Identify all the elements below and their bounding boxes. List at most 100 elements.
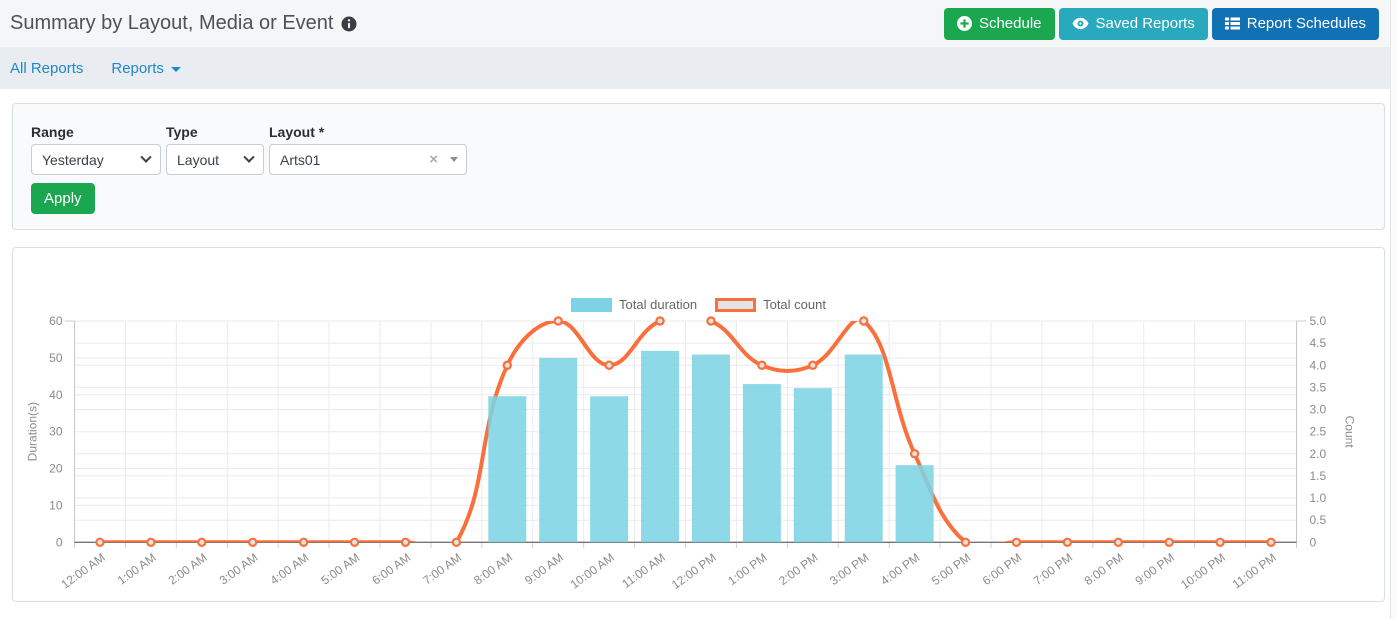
count-point xyxy=(198,539,205,546)
svg-text:4:00 AM: 4:00 AM xyxy=(268,550,312,587)
layout-value: Arts01 xyxy=(280,152,429,168)
range-select[interactable]: Yesterday xyxy=(31,144,161,175)
chevron-down-icon xyxy=(450,157,458,162)
nav-all-reports[interactable]: All Reports xyxy=(10,60,83,77)
layout-select[interactable]: Arts01 × xyxy=(269,144,467,175)
apply-button[interactable]: Apply xyxy=(31,183,95,214)
svg-text:7:00 AM: 7:00 AM xyxy=(420,550,464,587)
plus-circle-icon xyxy=(957,16,972,31)
count-point xyxy=(860,317,867,324)
chart-panel: 010203040506000.51.01.52.02.53.03.54.04.… xyxy=(12,247,1385,602)
count-point xyxy=(1166,539,1173,546)
count-point xyxy=(1064,539,1071,546)
nav-reports-dropdown[interactable]: Reports xyxy=(111,60,181,77)
type-label: Type xyxy=(166,124,264,140)
svg-text:4:00 PM: 4:00 PM xyxy=(878,550,922,588)
svg-text:0: 0 xyxy=(56,535,63,549)
reports-navbar: All Reports Reports xyxy=(0,47,1397,89)
svg-text:9:00 AM: 9:00 AM xyxy=(522,550,566,587)
count-point xyxy=(1217,539,1224,546)
report-schedules-button[interactable]: Report Schedules xyxy=(1212,8,1379,40)
duration-bar xyxy=(539,358,577,542)
count-point xyxy=(1267,539,1274,546)
svg-text:2.5: 2.5 xyxy=(1310,425,1327,439)
svg-text:3.0: 3.0 xyxy=(1310,403,1327,417)
svg-text:11:00 PM: 11:00 PM xyxy=(1230,550,1279,591)
duration-bar xyxy=(692,355,730,543)
type-field: Type Layout xyxy=(166,124,264,175)
type-select[interactable]: Layout xyxy=(166,144,264,175)
svg-text:4.5: 4.5 xyxy=(1310,336,1327,350)
report-schedules-button-label: Report Schedules xyxy=(1247,15,1366,32)
layout-label: Layout * xyxy=(269,124,467,140)
svg-text:8:00 PM: 8:00 PM xyxy=(1082,550,1126,588)
info-icon[interactable] xyxy=(341,16,357,32)
svg-text:60: 60 xyxy=(49,314,63,328)
count-point xyxy=(555,317,562,324)
svg-text:1.5: 1.5 xyxy=(1310,469,1327,483)
svg-text:2:00 AM: 2:00 AM xyxy=(166,550,210,587)
svg-text:12:00 PM: 12:00 PM xyxy=(669,550,719,592)
count-swatch xyxy=(715,298,756,312)
svg-text:6:00 PM: 6:00 PM xyxy=(980,550,1024,588)
chart-legend: Total duration Total count xyxy=(13,297,1384,312)
svg-text:10:00 PM: 10:00 PM xyxy=(1178,550,1228,592)
range-label: Range xyxy=(31,124,161,140)
count-point xyxy=(656,317,663,324)
count-point xyxy=(504,362,511,369)
svg-text:8:00 AM: 8:00 AM xyxy=(471,550,515,587)
svg-text:3:00 PM: 3:00 PM xyxy=(827,550,871,588)
count-point xyxy=(809,362,816,369)
scrollbar[interactable] xyxy=(1390,0,1397,619)
svg-text:50: 50 xyxy=(49,351,63,365)
nav-all-reports-label: All Reports xyxy=(10,60,83,77)
topbar-buttons: Schedule Saved Reports Report Schedule xyxy=(944,8,1379,40)
svg-text:5:00 PM: 5:00 PM xyxy=(929,550,973,588)
svg-text:3.5: 3.5 xyxy=(1310,380,1327,394)
count-point xyxy=(249,539,256,546)
layout-field: Layout * Arts01 × xyxy=(269,124,467,175)
svg-text:10: 10 xyxy=(49,498,63,512)
nav-reports-label: Reports xyxy=(111,60,164,77)
svg-text:2.0: 2.0 xyxy=(1310,447,1327,461)
count-point xyxy=(147,539,154,546)
count-point xyxy=(402,539,409,546)
svg-text:3:00 AM: 3:00 AM xyxy=(217,550,261,587)
svg-text:5:00 AM: 5:00 AM xyxy=(318,550,362,587)
range-field: Range Yesterday xyxy=(31,124,161,175)
duration-bar xyxy=(590,396,628,542)
count-point xyxy=(606,362,613,369)
svg-text:11:00 AM: 11:00 AM xyxy=(619,550,668,591)
svg-text:30: 30 xyxy=(49,425,63,439)
svg-text:10:00 AM: 10:00 AM xyxy=(568,550,617,591)
saved-reports-button-label: Saved Reports xyxy=(1096,15,1195,32)
filter-panel: Range Yesterday Type Layout Layout * Art… xyxy=(12,103,1385,230)
svg-text:7:00 PM: 7:00 PM xyxy=(1031,550,1075,588)
svg-text:0: 0 xyxy=(1310,535,1317,549)
svg-text:1.0: 1.0 xyxy=(1310,491,1327,505)
svg-text:12:00 AM: 12:00 AM xyxy=(58,550,107,591)
chevron-down-icon xyxy=(140,151,151,162)
duration-bar xyxy=(488,396,526,542)
svg-text:Duration(s): Duration(s) xyxy=(26,402,40,461)
legend-item-total-duration[interactable]: Total duration xyxy=(571,297,697,312)
duration-bar xyxy=(641,351,679,542)
chevron-down-icon xyxy=(243,151,254,162)
schedule-button-label: Schedule xyxy=(979,15,1042,32)
topbar: Summary by Layout, Media or Event Schedu… xyxy=(0,0,1397,47)
count-point xyxy=(351,539,358,546)
clear-icon[interactable]: × xyxy=(429,151,438,168)
schedule-button[interactable]: Schedule xyxy=(944,8,1055,40)
count-point xyxy=(1013,539,1020,546)
page-title: Summary by Layout, Media or Event xyxy=(10,12,357,35)
type-value: Layout xyxy=(177,152,245,168)
legend-item-total-count[interactable]: Total count xyxy=(715,297,826,312)
saved-reports-button[interactable]: Saved Reports xyxy=(1059,8,1208,40)
svg-text:0.5: 0.5 xyxy=(1310,513,1327,527)
list-icon xyxy=(1225,17,1240,30)
duration-bar xyxy=(743,384,781,542)
count-point xyxy=(758,362,765,369)
svg-text:4.0: 4.0 xyxy=(1310,358,1327,372)
svg-text:Count: Count xyxy=(1343,416,1357,449)
duration-bar xyxy=(896,465,934,542)
